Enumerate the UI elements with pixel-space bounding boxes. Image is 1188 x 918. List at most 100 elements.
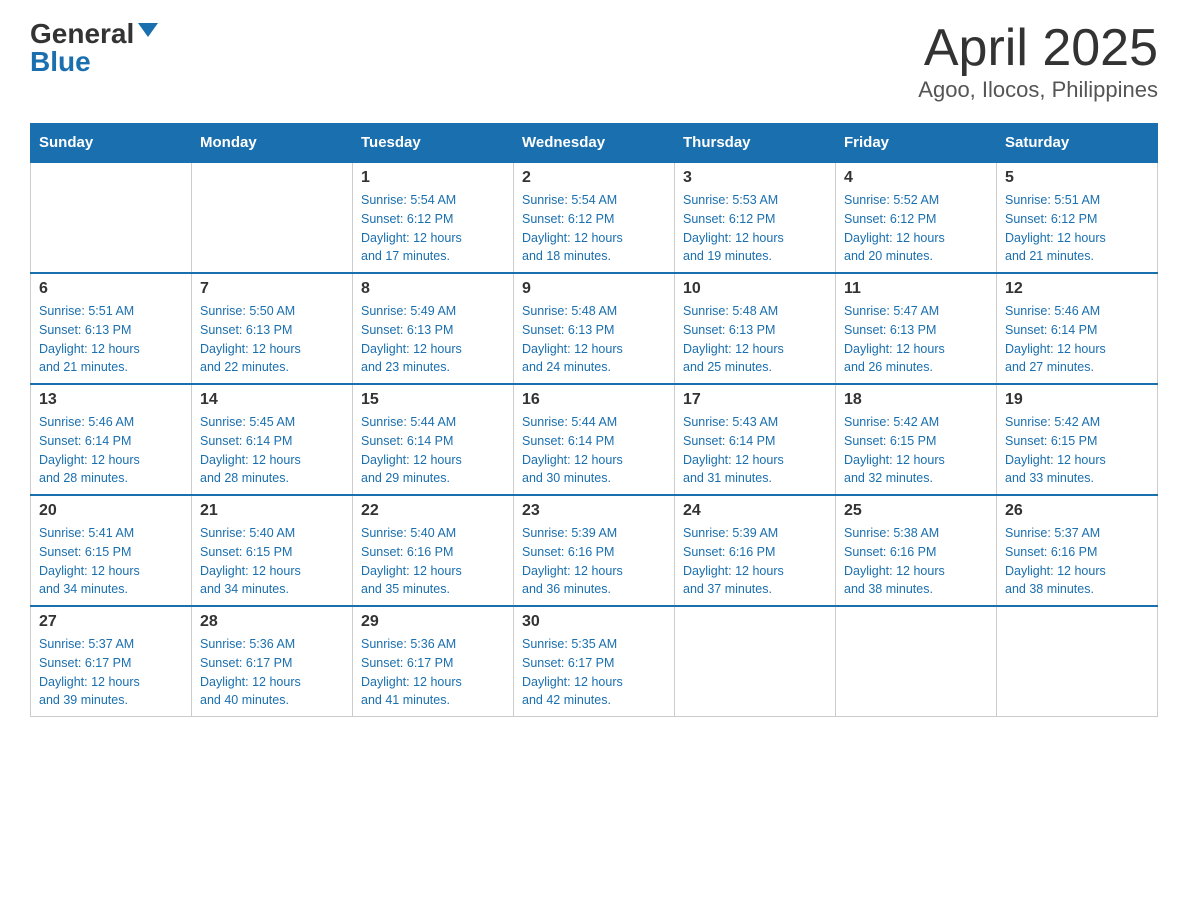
calendar-day-cell: 19 Sunrise: 5:42 AM Sunset: 6:15 PM Dayli… <box>997 384 1158 495</box>
day-info: Sunrise: 5:50 AM Sunset: 6:13 PM Dayligh… <box>200 302 344 377</box>
calendar-week-row: 13 Sunrise: 5:46 AM Sunset: 6:14 PM Dayli… <box>31 384 1158 495</box>
page-header: General Blue April 2025 Agoo, Ilocos, Ph… <box>30 20 1158 103</box>
calendar-week-row: 20 Sunrise: 5:41 AM Sunset: 6:15 PM Dayli… <box>31 495 1158 606</box>
day-of-week-header: Saturday <box>997 124 1158 163</box>
day-number: 16 <box>522 391 666 409</box>
calendar-day-cell: 2 Sunrise: 5:54 AM Sunset: 6:12 PM Daylig… <box>514 162 675 273</box>
calendar-day-cell: 10 Sunrise: 5:48 AM Sunset: 6:13 PM Dayli… <box>675 273 836 384</box>
calendar-table: SundayMondayTuesdayWednesdayThursdayFrid… <box>30 123 1158 717</box>
calendar-day-cell: 25 Sunrise: 5:38 AM Sunset: 6:16 PM Dayli… <box>836 495 997 606</box>
calendar-day-cell: 1 Sunrise: 5:54 AM Sunset: 6:12 PM Daylig… <box>353 162 514 273</box>
day-number: 14 <box>200 391 344 409</box>
day-info: Sunrise: 5:53 AM Sunset: 6:12 PM Dayligh… <box>683 191 827 266</box>
day-number: 10 <box>683 280 827 298</box>
calendar-title: April 2025 <box>918 20 1158 77</box>
day-info: Sunrise: 5:43 AM Sunset: 6:14 PM Dayligh… <box>683 413 827 488</box>
day-number: 7 <box>200 280 344 298</box>
day-number: 27 <box>39 613 183 631</box>
day-number: 28 <box>200 613 344 631</box>
day-number: 9 <box>522 280 666 298</box>
day-info: Sunrise: 5:48 AM Sunset: 6:13 PM Dayligh… <box>683 302 827 377</box>
day-info: Sunrise: 5:39 AM Sunset: 6:16 PM Dayligh… <box>522 524 666 599</box>
calendar-day-cell <box>836 606 997 717</box>
calendar-day-cell: 12Sunrise: 5:46 AM Sunset: 6:14 PM Dayli… <box>997 273 1158 384</box>
calendar-day-cell: 18 Sunrise: 5:42 AM Sunset: 6:15 PM Dayli… <box>836 384 997 495</box>
title-block: April 2025 Agoo, Ilocos, Philippines <box>918 20 1158 103</box>
calendar-day-cell: 24 Sunrise: 5:39 AM Sunset: 6:16 PM Dayli… <box>675 495 836 606</box>
calendar-day-cell: 5 Sunrise: 5:51 AM Sunset: 6:12 PM Daylig… <box>997 162 1158 273</box>
calendar-day-cell: 15 Sunrise: 5:44 AM Sunset: 6:14 PM Dayli… <box>353 384 514 495</box>
day-info: Sunrise: 5:39 AM Sunset: 6:16 PM Dayligh… <box>683 524 827 599</box>
calendar-day-cell: 17Sunrise: 5:43 AM Sunset: 6:14 PM Dayli… <box>675 384 836 495</box>
day-of-week-header: Wednesday <box>514 124 675 163</box>
day-info: Sunrise: 5:40 AM Sunset: 6:15 PM Dayligh… <box>200 524 344 599</box>
calendar-day-cell: 23 Sunrise: 5:39 AM Sunset: 6:16 PM Dayli… <box>514 495 675 606</box>
day-info: Sunrise: 5:54 AM Sunset: 6:12 PM Dayligh… <box>361 191 505 266</box>
day-number: 21 <box>200 502 344 520</box>
day-of-week-header: Friday <box>836 124 997 163</box>
calendar-day-cell: 29 Sunrise: 5:36 AM Sunset: 6:17 PM Dayli… <box>353 606 514 717</box>
day-info: Sunrise: 5:44 AM Sunset: 6:14 PM Dayligh… <box>522 413 666 488</box>
day-number: 13 <box>39 391 183 409</box>
day-number: 6 <box>39 280 183 298</box>
calendar-day-cell: 13 Sunrise: 5:46 AM Sunset: 6:14 PM Dayli… <box>31 384 192 495</box>
day-info: Sunrise: 5:36 AM Sunset: 6:17 PM Dayligh… <box>200 635 344 710</box>
logo-blue: Blue <box>30 48 91 76</box>
day-info: Sunrise: 5:36 AM Sunset: 6:17 PM Dayligh… <box>361 635 505 710</box>
day-info: Sunrise: 5:41 AM Sunset: 6:15 PM Dayligh… <box>39 524 183 599</box>
day-info: Sunrise: 5:49 AM Sunset: 6:13 PM Dayligh… <box>361 302 505 377</box>
calendar-day-cell: 11 Sunrise: 5:47 AM Sunset: 6:13 PM Dayli… <box>836 273 997 384</box>
day-info: Sunrise: 5:42 AM Sunset: 6:15 PM Dayligh… <box>1005 413 1149 488</box>
calendar-day-cell: 16 Sunrise: 5:44 AM Sunset: 6:14 PM Dayli… <box>514 384 675 495</box>
day-number: 25 <box>844 502 988 520</box>
day-info: Sunrise: 5:48 AM Sunset: 6:13 PM Dayligh… <box>522 302 666 377</box>
days-of-week-row: SundayMondayTuesdayWednesdayThursdayFrid… <box>31 124 1158 163</box>
calendar-day-cell: 22Sunrise: 5:40 AM Sunset: 6:16 PM Dayli… <box>353 495 514 606</box>
day-of-week-header: Thursday <box>675 124 836 163</box>
day-info: Sunrise: 5:51 AM Sunset: 6:12 PM Dayligh… <box>1005 191 1149 266</box>
day-number: 24 <box>683 502 827 520</box>
calendar-day-cell: 9 Sunrise: 5:48 AM Sunset: 6:13 PM Daylig… <box>514 273 675 384</box>
calendar-day-cell: 30 Sunrise: 5:35 AM Sunset: 6:17 PM Dayli… <box>514 606 675 717</box>
day-number: 5 <box>1005 169 1149 187</box>
day-number: 8 <box>361 280 505 298</box>
calendar-day-cell: 28 Sunrise: 5:36 AM Sunset: 6:17 PM Dayli… <box>192 606 353 717</box>
day-info: Sunrise: 5:46 AM Sunset: 6:14 PM Dayligh… <box>39 413 183 488</box>
day-number: 20 <box>39 502 183 520</box>
day-info: Sunrise: 5:52 AM Sunset: 6:12 PM Dayligh… <box>844 191 988 266</box>
day-number: 12 <box>1005 280 1149 298</box>
day-number: 11 <box>844 280 988 298</box>
calendar-day-cell: 26Sunrise: 5:37 AM Sunset: 6:16 PM Dayli… <box>997 495 1158 606</box>
day-number: 18 <box>844 391 988 409</box>
calendar-day-cell: 8 Sunrise: 5:49 AM Sunset: 6:13 PM Daylig… <box>353 273 514 384</box>
day-number: 3 <box>683 169 827 187</box>
logo-general: General <box>30 20 134 48</box>
calendar-day-cell <box>675 606 836 717</box>
day-number: 2 <box>522 169 666 187</box>
calendar-week-row: 27 Sunrise: 5:37 AM Sunset: 6:17 PM Dayli… <box>31 606 1158 717</box>
calendar-subtitle: Agoo, Ilocos, Philippines <box>918 77 1158 103</box>
day-info: Sunrise: 5:51 AM Sunset: 6:13 PM Dayligh… <box>39 302 183 377</box>
day-number: 29 <box>361 613 505 631</box>
day-info: Sunrise: 5:47 AM Sunset: 6:13 PM Dayligh… <box>844 302 988 377</box>
day-info: Sunrise: 5:35 AM Sunset: 6:17 PM Dayligh… <box>522 635 666 710</box>
calendar-day-cell <box>997 606 1158 717</box>
calendar-day-cell: 20 Sunrise: 5:41 AM Sunset: 6:15 PM Dayli… <box>31 495 192 606</box>
day-number: 30 <box>522 613 666 631</box>
day-number: 1 <box>361 169 505 187</box>
day-info: Sunrise: 5:54 AM Sunset: 6:12 PM Dayligh… <box>522 191 666 266</box>
calendar-day-cell: 27 Sunrise: 5:37 AM Sunset: 6:17 PM Dayli… <box>31 606 192 717</box>
day-number: 15 <box>361 391 505 409</box>
day-number: 23 <box>522 502 666 520</box>
calendar-day-cell: 7 Sunrise: 5:50 AM Sunset: 6:13 PM Daylig… <box>192 273 353 384</box>
day-info: Sunrise: 5:42 AM Sunset: 6:15 PM Dayligh… <box>844 413 988 488</box>
logo: General Blue <box>30 20 158 76</box>
day-info: Sunrise: 5:44 AM Sunset: 6:14 PM Dayligh… <box>361 413 505 488</box>
calendar-body: 1 Sunrise: 5:54 AM Sunset: 6:12 PM Daylig… <box>31 162 1158 717</box>
calendar-day-cell: 6 Sunrise: 5:51 AM Sunset: 6:13 PM Daylig… <box>31 273 192 384</box>
day-info: Sunrise: 5:38 AM Sunset: 6:16 PM Dayligh… <box>844 524 988 599</box>
calendar-day-cell: 3 Sunrise: 5:53 AM Sunset: 6:12 PM Daylig… <box>675 162 836 273</box>
day-info: Sunrise: 5:37 AM Sunset: 6:17 PM Dayligh… <box>39 635 183 710</box>
day-info: Sunrise: 5:40 AM Sunset: 6:16 PM Dayligh… <box>361 524 505 599</box>
day-number: 19 <box>1005 391 1149 409</box>
